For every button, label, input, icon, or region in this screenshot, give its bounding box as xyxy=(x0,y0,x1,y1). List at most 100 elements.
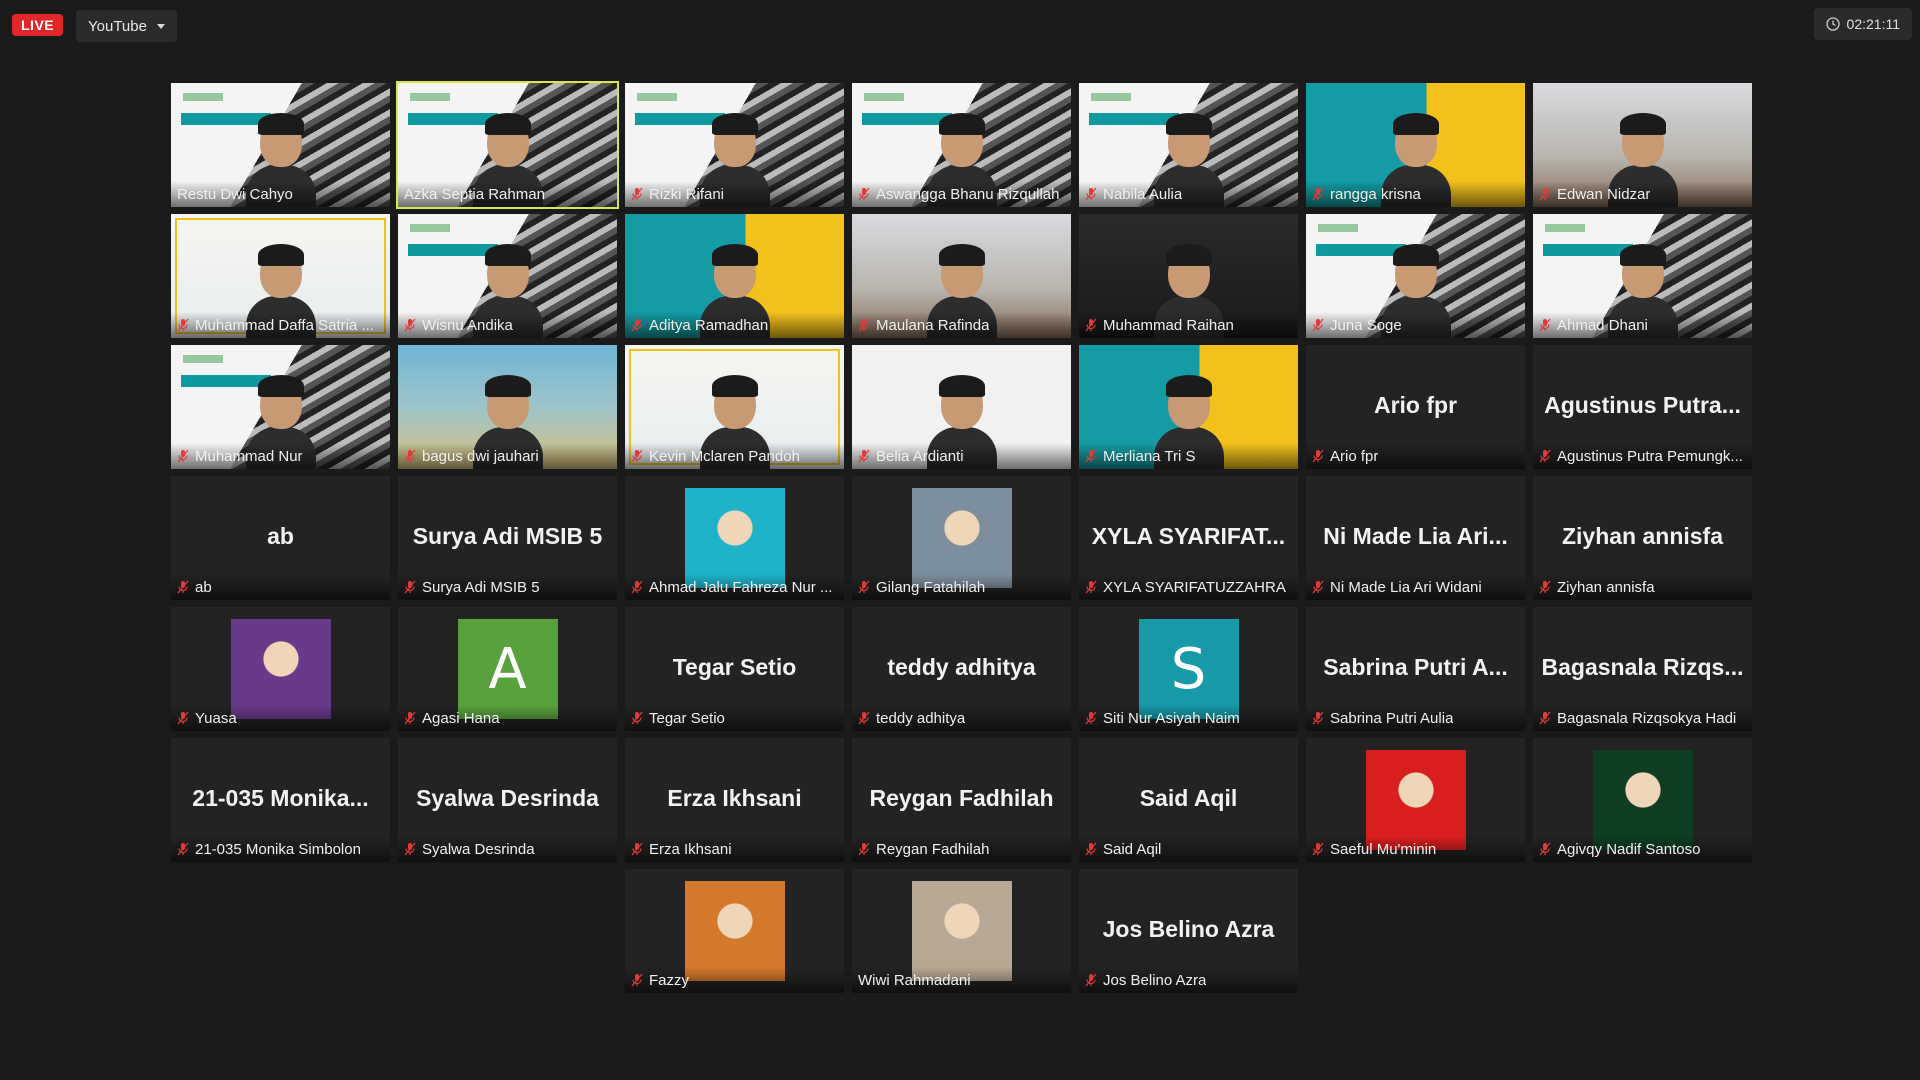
participant-tile[interactable]: Restu Dwi Cahyo xyxy=(171,83,390,207)
participant-tile[interactable]: rangga krisna xyxy=(1306,83,1525,207)
participant-name: Wiwi Rahmadani xyxy=(858,971,971,989)
participant-tile[interactable]: Nabila Aulia xyxy=(1079,83,1298,207)
participant-caption: Muhammad Nur xyxy=(171,443,390,469)
mic-muted-icon xyxy=(1312,318,1324,332)
participant-tile[interactable]: Tegar Setio Tegar Setio xyxy=(625,607,844,731)
participant-name: Ahmad Dhani xyxy=(1557,316,1648,334)
participant-caption: Ahmad Dhani xyxy=(1533,312,1752,338)
mic-muted-icon xyxy=(177,449,189,463)
participant-tile[interactable]: A Agasi Hana xyxy=(398,607,617,731)
participant-name: Kevin Mclaren Pandoh xyxy=(649,447,800,465)
participant-tile[interactable]: Fazzy xyxy=(625,869,844,993)
streaming-platform-dropdown[interactable]: YouTube xyxy=(76,10,177,42)
participant-tile[interactable]: Ahmad Dhani xyxy=(1533,214,1752,338)
mic-muted-icon xyxy=(1085,711,1097,725)
participant-tile[interactable]: Azka Septia Rahman xyxy=(396,81,619,209)
participant-tile[interactable]: Ziyhan annisfa Ziyhan annisfa xyxy=(1533,476,1752,600)
participant-tile[interactable]: Juna Soge xyxy=(1306,214,1525,338)
participant-tile[interactable]: Syalwa Desrinda Syalwa Desrinda xyxy=(398,738,617,862)
participant-caption: Restu Dwi Cahyo xyxy=(171,181,390,207)
participant-caption: 21-035 Monika Simbolon xyxy=(171,836,390,862)
participant-display-name: XYLA SYARIFAT... xyxy=(1091,523,1286,549)
participant-caption: bagus dwi jauhari xyxy=(398,443,617,469)
mic-muted-icon xyxy=(631,318,643,332)
participant-tile[interactable]: 21-035 Monika... 21-035 Monika Simbolon xyxy=(171,738,390,862)
participant-tile[interactable]: Surya Adi MSIB 5 Surya Adi MSIB 5 xyxy=(398,476,617,600)
mic-muted-icon xyxy=(1085,580,1097,594)
participant-name: Ni Made Lia Ari Widani xyxy=(1330,578,1482,596)
participant-name: Tegar Setio xyxy=(649,709,725,727)
mic-muted-icon xyxy=(404,449,416,463)
mic-muted-icon xyxy=(1539,580,1551,594)
participant-caption: Aswangga Bhanu Rizqullah xyxy=(852,181,1071,207)
participant-name: Restu Dwi Cahyo xyxy=(177,185,293,203)
participant-tile[interactable]: Reygan Fadhilah Reygan Fadhilah xyxy=(852,738,1071,862)
participant-tile[interactable]: Muhammad Daffa Satria ... xyxy=(171,214,390,338)
meeting-timer: 02:21:11 xyxy=(1813,8,1912,40)
participant-caption: Yuasa xyxy=(171,705,390,731)
participant-display-name: Ni Made Lia Ari... xyxy=(1323,523,1508,549)
profile-picture xyxy=(1365,750,1466,850)
participant-tile[interactable]: Ni Made Lia Ari... Ni Made Lia Ari Widani xyxy=(1306,476,1525,600)
participant-tile[interactable]: Bagasnala Rizqs... Bagasnala Rizqsokya Ha… xyxy=(1533,607,1752,731)
participant-display-name: Said Aqil xyxy=(1139,785,1238,811)
participant-tile[interactable]: Belia Ardianti xyxy=(852,345,1071,469)
participant-gallery: Restu Dwi Cahyo Azka Septia Rahman Rizki R… xyxy=(171,81,1752,993)
participant-tile[interactable]: Ario fpr Ario fpr xyxy=(1306,345,1525,469)
participant-tile[interactable]: Saeful Mu'minin xyxy=(1306,738,1525,862)
participant-tile[interactable]: teddy adhitya teddy adhitya xyxy=(852,607,1071,731)
participant-caption: Wiwi Rahmadani xyxy=(852,967,1071,993)
participant-tile[interactable]: Gilang Fatahilah xyxy=(852,476,1071,600)
participant-display-name: 21-035 Monika... xyxy=(192,785,369,811)
participant-tile[interactable]: Muhammad Nur xyxy=(171,345,390,469)
chevron-down-icon xyxy=(156,23,165,29)
participant-name: Juna Soge xyxy=(1330,316,1402,334)
profile-picture xyxy=(911,488,1012,588)
participant-caption: ab xyxy=(171,574,390,600)
participant-tile[interactable]: Aswangga Bhanu Rizqullah xyxy=(852,83,1071,207)
participant-tile[interactable]: Sabrina Putri A... Sabrina Putri Aulia xyxy=(1306,607,1525,731)
participant-name: Wisnu Andika xyxy=(422,316,513,334)
participant-name: Agustinus Putra Pemungk... xyxy=(1557,447,1743,465)
participant-tile[interactable]: bagus dwi jauhari xyxy=(398,345,617,469)
profile-picture xyxy=(911,881,1012,981)
participant-tile[interactable]: Ahmad Jalu Fahreza Nur ... xyxy=(625,476,844,600)
participant-caption: Agasi Hana xyxy=(398,705,617,731)
participant-caption: Sabrina Putri Aulia xyxy=(1306,705,1525,731)
participant-name: Ario fpr xyxy=(1330,447,1379,465)
mic-muted-icon xyxy=(404,711,416,725)
participant-tile[interactable]: Agivqy Nadif Santoso xyxy=(1533,738,1752,862)
participant-tile[interactable]: Edwan Nidzar xyxy=(1533,83,1752,207)
participant-tile[interactable]: ab ab xyxy=(171,476,390,600)
participant-tile[interactable]: Wiwi Rahmadani xyxy=(852,869,1071,993)
participant-name: rangga krisna xyxy=(1330,185,1421,203)
participant-display-name: Surya Adi MSIB 5 xyxy=(412,523,603,549)
participant-name: Syalwa Desrinda xyxy=(422,840,535,858)
participant-name: Siti Nur Asiyah Naim xyxy=(1103,709,1240,727)
participant-tile[interactable]: Said Aqil Said Aqil xyxy=(1079,738,1298,862)
participant-tile[interactable]: Jos Belino Azra Jos Belino Azra xyxy=(1079,869,1298,993)
participant-tile[interactable]: Rizki Rifani xyxy=(625,83,844,207)
participant-tile[interactable]: Erza Ikhsani Erza Ikhsani xyxy=(625,738,844,862)
participant-name: Yuasa xyxy=(195,709,237,727)
letter-avatar: S xyxy=(1138,619,1239,719)
participant-tile[interactable]: Kevin Mclaren Pandoh xyxy=(625,345,844,469)
participant-display-name: Reygan Fadhilah xyxy=(869,785,1054,811)
participant-tile[interactable]: Muhammad Raihan xyxy=(1079,214,1298,338)
mic-muted-icon xyxy=(1539,449,1551,463)
participant-tile[interactable]: Agustinus Putra... Agustinus Putra Pemung… xyxy=(1533,345,1752,469)
participant-caption: Ario fpr xyxy=(1306,443,1525,469)
participant-tile[interactable]: Yuasa xyxy=(171,607,390,731)
participant-name: Muhammad Raihan xyxy=(1103,316,1234,334)
participant-display-name: Agustinus Putra... xyxy=(1544,392,1741,418)
participant-name: Sabrina Putri Aulia xyxy=(1330,709,1454,727)
participant-tile[interactable]: Maulana Rafinda xyxy=(852,214,1071,338)
mic-muted-icon xyxy=(858,711,870,725)
participant-tile[interactable]: XYLA SYARIFAT... XYLA SYARIFATUZZAHRA xyxy=(1079,476,1298,600)
participant-tile[interactable]: S Siti Nur Asiyah Naim xyxy=(1079,607,1298,731)
participant-tile[interactable]: Wisnu Andika xyxy=(398,214,617,338)
participant-caption: Surya Adi MSIB 5 xyxy=(398,574,617,600)
participant-tile[interactable]: Aditya Ramadhan xyxy=(625,214,844,338)
participant-tile[interactable]: Merliana Tri S xyxy=(1079,345,1298,469)
mic-muted-icon xyxy=(858,449,870,463)
